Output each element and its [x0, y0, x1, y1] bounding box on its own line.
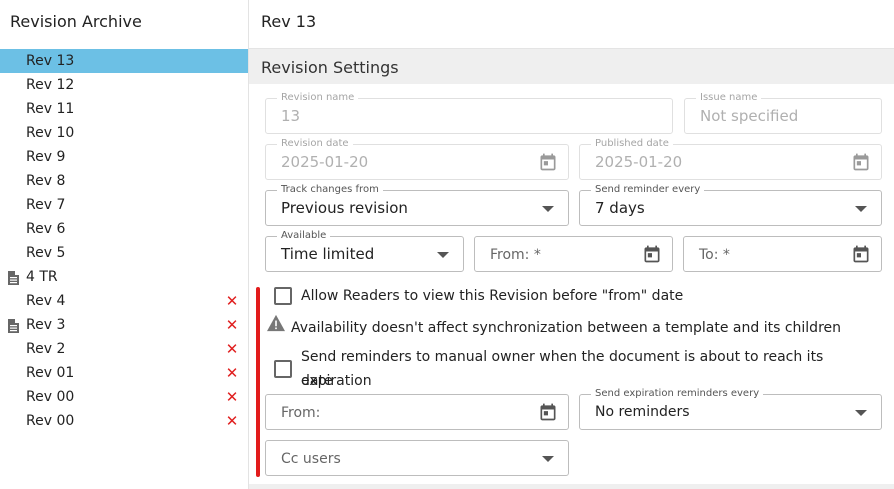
- available-label: Available: [277, 229, 331, 242]
- track-changes-label: Track changes from: [277, 183, 383, 196]
- chevron-down-icon[interactable]: [855, 206, 867, 212]
- sidebar-item-revision[interactable]: Rev 5: [0, 241, 248, 265]
- bottom-strip: [249, 484, 894, 489]
- cc-users-select[interactable]: Cc users: [265, 440, 569, 476]
- calendar-icon: [853, 153, 869, 171]
- document-icon: [8, 319, 19, 333]
- warning-icon: [267, 314, 285, 332]
- sidebar-item-label: Rev 10: [26, 125, 75, 141]
- chevron-down-icon[interactable]: [542, 456, 554, 462]
- sidebar-item-label: Rev 00: [26, 389, 75, 405]
- calendar-icon[interactable]: [851, 244, 871, 264]
- sidebar-item-label: Rev 7: [26, 197, 66, 213]
- send-reminder-value: 7 days: [595, 199, 645, 217]
- published-date-value: 2025-01-20: [595, 153, 683, 171]
- send-reminders-owner-label-line1: Send reminders to manual owner when the …: [301, 349, 824, 389]
- section-title: Revision Settings: [261, 58, 399, 77]
- annotation-bar: [256, 287, 260, 477]
- revision-date-field: Revision date 2025-01-20: [265, 137, 569, 180]
- calendar-icon[interactable]: [538, 402, 558, 422]
- chevron-down-icon[interactable]: [437, 252, 449, 258]
- sidebar-item-revision[interactable]: Rev 00 ✕: [0, 385, 248, 409]
- chevron-down-icon[interactable]: [542, 206, 554, 212]
- available-to-placeholder: To: *: [699, 247, 730, 263]
- sidebar-item-label: Rev 9: [26, 149, 66, 165]
- send-reminders-owner-checkbox[interactable]: [274, 360, 292, 378]
- revision-date-label: Revision date: [277, 137, 353, 150]
- sidebar-item-label: Rev 12: [26, 77, 75, 93]
- issue-name-label: Issue name: [696, 91, 762, 104]
- sidebar-item-revision[interactable]: Rev 13: [0, 49, 248, 73]
- available-value: Time limited: [281, 245, 375, 263]
- page-title: Rev 13: [261, 12, 317, 31]
- main-panel: Rev 13 Revision Settings Revision name 1…: [249, 0, 894, 489]
- sidebar-item-revision[interactable]: Rev 6: [0, 217, 248, 241]
- sidebar-item-label: Rev 5: [26, 245, 66, 261]
- cc-users-placeholder: Cc users: [281, 451, 341, 467]
- sidebar-item-revision[interactable]: 4 TR: [0, 265, 248, 289]
- expiration-from-date-input[interactable]: From:: [265, 394, 569, 430]
- delete-icon[interactable]: ✕: [225, 313, 239, 337]
- available-from-placeholder: From: *: [490, 247, 541, 263]
- sidebar-item-revision[interactable]: Rev 7: [0, 193, 248, 217]
- available-to-date-input[interactable]: To: *: [683, 236, 882, 272]
- delete-icon[interactable]: ✕: [225, 289, 239, 313]
- sidebar-item-revision[interactable]: Rev 00 ✕: [0, 409, 248, 433]
- send-reminder-label: Send reminder every: [591, 183, 705, 196]
- calendar-icon[interactable]: [642, 244, 662, 264]
- sidebar-item-revision[interactable]: Rev 01 ✕: [0, 361, 248, 385]
- send-reminder-select[interactable]: Send reminder every 7 days: [579, 183, 882, 226]
- section-header: Revision Settings: [249, 48, 894, 84]
- track-changes-value: Previous revision: [281, 199, 408, 217]
- sidebar-title: Revision Archive: [10, 12, 142, 31]
- revision-date-value: 2025-01-20: [281, 153, 369, 171]
- revision-archive-sidebar: Revision Archive Rev 13 Rev 12 Rev 11 Rev 1…: [0, 0, 249, 489]
- sidebar-item-label: Rev 3: [26, 317, 66, 333]
- availability-warning-text: Availability doesn't affect synchronizat…: [291, 320, 841, 336]
- sidebar-item-label: Rev 2: [26, 341, 66, 357]
- available-from-date-input[interactable]: From: *: [474, 236, 673, 272]
- sidebar-item-revision[interactable]: Rev 9: [0, 145, 248, 169]
- calendar-icon: [540, 153, 556, 171]
- issue-name-value: Not specified: [700, 107, 799, 125]
- sidebar-item-revision[interactable]: Rev 11: [0, 97, 248, 121]
- sidebar-item-label: Rev 00: [26, 413, 75, 429]
- sidebar-item-revision[interactable]: Rev 4 ✕: [0, 289, 248, 313]
- revision-name-value: 13: [281, 107, 301, 125]
- allow-readers-label: Allow Readers to view this Revision befo…: [301, 288, 684, 304]
- sidebar-item-revision[interactable]: Rev 3 ✕: [0, 313, 248, 337]
- sidebar-item-revision[interactable]: Rev 12: [0, 73, 248, 97]
- sidebar-item-label: Rev 01: [26, 365, 75, 381]
- revision-name-field: Revision name 13: [265, 91, 673, 134]
- sidebar-item-label: Rev 6: [26, 221, 66, 237]
- send-reminders-owner-label-line2: date: [301, 373, 333, 389]
- delete-icon[interactable]: ✕: [225, 385, 239, 409]
- document-icon: [8, 271, 19, 285]
- expiration-reminders-value: No reminders: [595, 404, 690, 420]
- available-select[interactable]: Available Time limited: [265, 229, 464, 272]
- revision-name-label: Revision name: [277, 91, 359, 104]
- sidebar-item-revision[interactable]: Rev 10: [0, 121, 248, 145]
- published-date-field: Published date 2025-01-20: [579, 137, 882, 180]
- delete-icon[interactable]: ✕: [225, 361, 239, 385]
- chevron-down-icon[interactable]: [855, 410, 867, 416]
- expiration-from-placeholder: From:: [281, 405, 321, 421]
- expiration-reminders-select[interactable]: Send expiration reminders every No remin…: [579, 387, 882, 430]
- delete-icon[interactable]: ✕: [225, 409, 239, 433]
- sidebar-item-label: Rev 13: [26, 53, 75, 69]
- sidebar-item-label: Rev 8: [26, 173, 66, 189]
- published-date-label: Published date: [591, 137, 673, 150]
- expiration-reminders-label: Send expiration reminders every: [591, 387, 764, 400]
- allow-readers-checkbox[interactable]: [274, 287, 292, 305]
- sidebar-item-label: Rev 11: [26, 101, 75, 117]
- sidebar-item-label: Rev 4: [26, 293, 66, 309]
- sidebar-item-label: 4 TR: [26, 269, 58, 285]
- sidebar-item-revision[interactable]: Rev 8: [0, 169, 248, 193]
- sidebar-item-revision[interactable]: Rev 2 ✕: [0, 337, 248, 361]
- revision-list: Rev 13 Rev 12 Rev 11 Rev 10 Rev 9 Rev 8 Rev 7 R…: [0, 49, 248, 433]
- issue-name-field: Issue name Not specified: [684, 91, 882, 134]
- delete-icon[interactable]: ✕: [225, 337, 239, 361]
- track-changes-select[interactable]: Track changes from Previous revision: [265, 183, 569, 226]
